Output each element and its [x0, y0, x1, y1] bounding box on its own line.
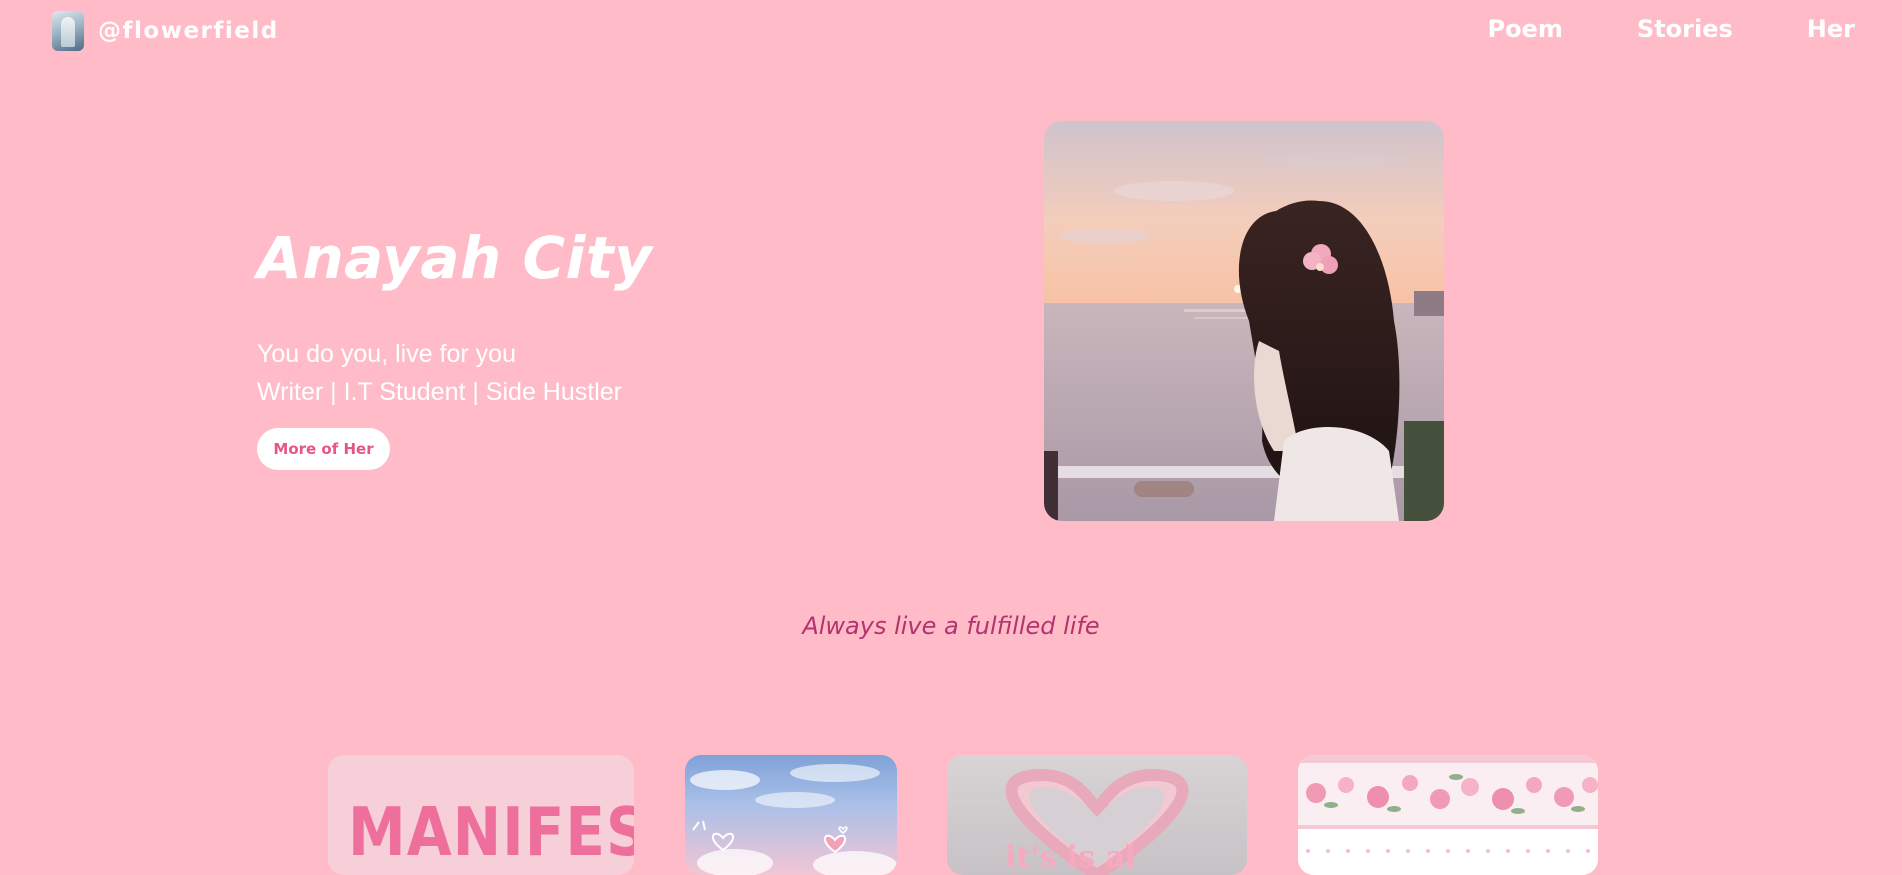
card-floral[interactable]: [1298, 755, 1598, 875]
card-manifest-text: MANIFEST: [348, 793, 634, 872]
avatar: [52, 11, 84, 51]
main-nav: Poem Stories Her: [1488, 15, 1855, 43]
card-mirror-text: it's is al: [1005, 840, 1136, 875]
card-mirror[interactable]: it's is al: [947, 755, 1247, 875]
card-sky[interactable]: [685, 755, 897, 875]
nav-link-stories[interactable]: Stories: [1637, 15, 1733, 43]
floral-pattern-illustration: [1298, 755, 1598, 875]
more-of-her-button[interactable]: More of Her: [257, 428, 390, 470]
brand[interactable]: @flowerfield: [52, 11, 279, 51]
hero-tagline: You do you, live for you: [257, 340, 516, 368]
tagline-quote: Always live a fulfilled life: [802, 612, 1100, 640]
sunset-girl-illustration: [1044, 121, 1444, 521]
brand-handle: @flowerfield: [98, 18, 279, 44]
card-manifest[interactable]: MANIFEST: [328, 755, 634, 875]
hero-roles: Writer | I.T Student | Side Hustler: [257, 378, 622, 406]
hero-photo: [1044, 121, 1444, 521]
nav-link-poem[interactable]: Poem: [1488, 15, 1563, 43]
sky-clouds-illustration: [690, 764, 897, 875]
heart-mirror-illustration: it's is al: [1005, 768, 1189, 875]
hero-title: Anayah City: [257, 224, 653, 292]
nav-link-her[interactable]: Her: [1807, 15, 1855, 43]
hero-section: Anayah City You do you, live for you Wri…: [257, 222, 857, 470]
